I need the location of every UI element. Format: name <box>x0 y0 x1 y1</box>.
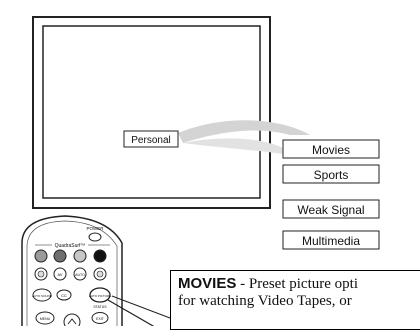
auto-picture-button-label: AUTO PICTURE <box>89 294 111 298</box>
quadrasurf-label: QuadraSurf™ <box>55 243 86 249</box>
av-button-label: AV <box>57 272 62 277</box>
option-label-weak-signal: Weak Signal <box>297 203 364 217</box>
quadrasurf-button-4 <box>93 249 107 263</box>
auto-button-label: AUTO <box>75 273 85 277</box>
menu-button-label: MENU <box>40 317 51 321</box>
power-label: POWER <box>86 226 104 231</box>
quadrasurf-button-2 <box>53 249 67 263</box>
option-label-sports: Sports <box>314 168 349 182</box>
status-label: STATUS <box>93 305 107 309</box>
caption-text-2: for watching Video Tapes, or <box>178 293 352 309</box>
option-label-multimedia: Multimedia <box>302 234 360 248</box>
quadrasurf-button-1 <box>34 249 48 263</box>
diagram-stage: Personal Movies Sports Weak Signal Multi… <box>0 0 420 331</box>
caption-heading: MOVIES <box>178 275 237 292</box>
caption-box: MOVIES - Preset picture opti for watchin… <box>170 270 420 330</box>
cc-button-label: CC <box>61 293 67 298</box>
quadrasurf-button-3 <box>73 249 87 263</box>
remote-button-row2-4-inner <box>96 270 104 278</box>
power-button <box>88 232 102 242</box>
remote-control: POWER QuadraSurf™ AV AUTO AUTO SOUND CC … <box>21 215 171 331</box>
nav-up-button <box>63 313 81 331</box>
exit-button-label: EXIT <box>96 317 105 321</box>
caption-line-1: MOVIES - Preset picture opti <box>178 275 420 293</box>
current-setting-label: Personal <box>131 135 170 146</box>
remote-button-row2-1-inner <box>37 270 45 278</box>
option-label-movies: Movies <box>312 143 350 157</box>
picture-options: Movies Sports Weak Signal Multimedia <box>282 139 380 250</box>
caption-text-1: - Preset picture opti <box>236 276 358 292</box>
auto-sound-button-label: AUTO SOUND <box>32 294 53 298</box>
tv-screen <box>42 25 261 199</box>
